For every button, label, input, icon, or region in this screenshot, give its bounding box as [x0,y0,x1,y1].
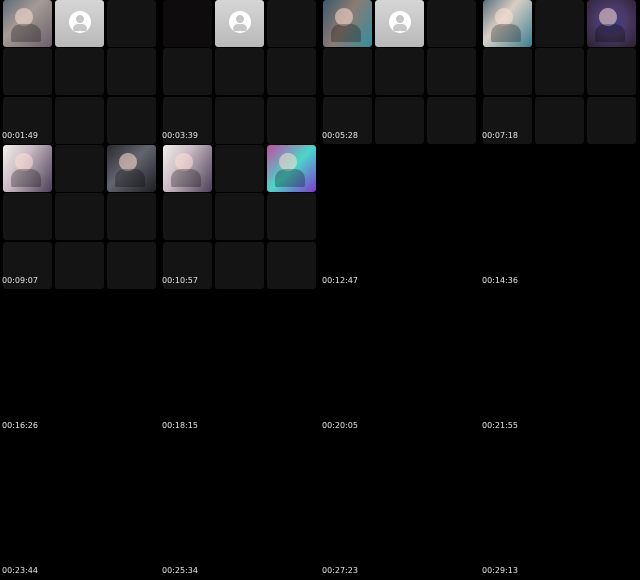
participant-tile-empty [375,97,424,144]
participant-tile-empty [267,48,316,95]
participant-tile-empty [215,48,264,95]
participant-tile-empty [427,48,476,95]
frame-timestamp: 00:16:26 [2,421,38,430]
thumbnail-frame: 00:09:07 [0,145,160,290]
participant-tile-empty [3,48,52,95]
participant-tile-video [3,145,52,192]
participant-tile-empty [267,242,316,289]
participant-tile-empty [535,0,584,47]
participant-tile-empty [55,145,104,192]
participant-tile-empty [483,48,532,95]
thumbnail-frame: 00:21:55 [480,290,640,435]
participant-tile-empty [163,193,212,240]
frame-timestamp: 00:25:34 [162,566,198,575]
participant-photo-icon [163,145,212,192]
thumbnail-frame: 00:10:57 [160,145,320,290]
thumbnail-frame: 00:12:47 [320,145,480,290]
participant-tile-video [163,145,212,192]
frame-timestamp: 00:03:39 [162,131,198,140]
participant-photo-icon [3,145,52,192]
participant-tile-empty [3,193,52,240]
thumbnail-frame: 00:03:39 [160,0,320,145]
participant-tile-video [483,0,532,47]
frame-timestamp: 00:05:28 [322,131,358,140]
frame-timestamp: 00:20:05 [322,421,358,430]
participant-tile-empty [107,0,156,47]
participant-tile-empty [267,0,316,47]
participant-tile-empty [267,193,316,240]
thumbnail-frame: 00:23:44 [0,435,160,580]
thumbnail-frame: 00:25:34 [160,435,320,580]
participant-tile-empty [323,48,372,95]
participant-photo-icon [323,0,372,47]
participant-tile-avatar [375,0,424,47]
frame-timestamp: 00:23:44 [2,566,38,575]
frame-timestamp: 00:27:23 [322,566,358,575]
participant-tile-video [323,0,372,47]
frame-timestamp: 00:12:47 [322,276,358,285]
thumbnail-frame: 00:14:36 [480,145,640,290]
frame-timestamp: 00:21:55 [482,421,518,430]
participant-tile-video [267,145,316,192]
participant-tile-video [587,0,636,47]
participant-tile-avatar [55,0,104,47]
participant-tile-video [107,145,156,192]
participant-tile-empty [215,242,264,289]
participant-tile-empty [535,48,584,95]
frame-timestamp: 00:14:36 [482,276,518,285]
thumbnail-frame: 00:07:18 [480,0,640,145]
participant-tile-empty [375,48,424,95]
thumbnail-frame: 00:05:28 [320,0,480,145]
participant-tile-empty [55,242,104,289]
thumbnail-frame: 00:27:23 [320,435,480,580]
participant-tile-empty [215,97,264,144]
participant-tile-empty [163,48,212,95]
thumbnail-frame: 00:16:26 [0,290,160,435]
participant-tile-empty [55,193,104,240]
participant-tile-empty [587,97,636,144]
default-avatar-icon [69,11,91,33]
participant-photo-icon [587,0,636,47]
participant-tile-empty [587,48,636,95]
frame-timestamp: 00:07:18 [482,131,518,140]
participant-tile-empty [427,0,476,47]
participant-tile-empty [163,0,212,47]
thumbnail-frame: 00:20:05 [320,290,480,435]
participant-tile-empty [215,193,264,240]
participant-photo-icon [107,145,156,192]
default-avatar-icon [229,11,251,33]
participant-tile-empty [107,242,156,289]
participant-tile-empty [267,97,316,144]
default-avatar-icon [389,11,411,33]
thumbnail-frame: 00:01:49 [0,0,160,145]
participant-tile-empty [55,48,104,95]
frame-timestamp: 00:29:13 [482,566,518,575]
participant-photo-icon [483,0,532,47]
participant-tile-empty [535,97,584,144]
frame-timestamp: 00:10:57 [162,276,198,285]
participant-photo-icon [267,145,316,192]
frame-timestamp: 00:01:49 [2,131,38,140]
participant-tile-empty [55,97,104,144]
participant-tile-empty [215,145,264,192]
frame-timestamp: 00:09:07 [2,276,38,285]
participant-tile-empty [107,48,156,95]
participant-tile-empty [107,97,156,144]
thumbnail-frame: 00:29:13 [480,435,640,580]
participant-tile-video [3,0,52,47]
frame-timestamp: 00:18:15 [162,421,198,430]
thumbnail-frame: 00:18:15 [160,290,320,435]
participant-tile-empty [107,193,156,240]
participant-tile-avatar [215,0,264,47]
participant-tile-empty [427,97,476,144]
participant-photo-icon [3,0,52,47]
